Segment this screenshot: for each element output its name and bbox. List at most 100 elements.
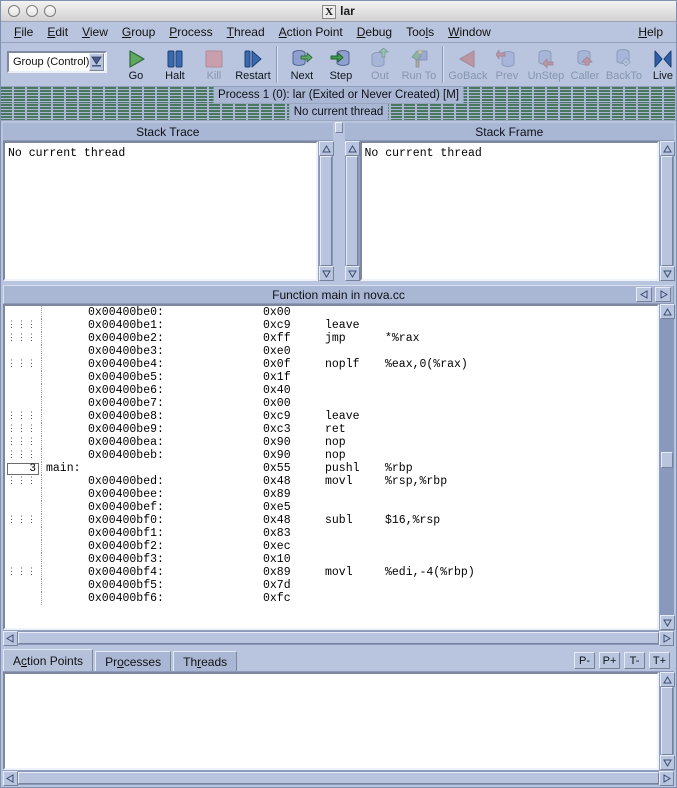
halt-button[interactable]: Halt [155,45,194,82]
code-row[interactable]: 3 main: 0x55 pushl %rbp [5,462,657,475]
stack-trace-vscrollbar[interactable] [317,141,334,281]
code-row[interactable]: ⋮⋮⋮ 0x00400be4: 0x0f noplf %eax,0(%rax) [5,358,657,371]
next-button[interactable]: Next [282,45,321,82]
scroll-left-icon[interactable] [3,771,18,786]
menu-edit[interactable]: Edit [40,24,75,40]
source-scroll-track[interactable] [660,319,674,615]
code-row[interactable]: 0x00400be7: 0x00 [5,397,657,410]
menu-help[interactable]: Help [631,24,670,40]
source-vscrollbar[interactable] [659,304,675,630]
menu-group[interactable]: Group [115,24,162,40]
tab-action-points[interactable]: Action Points [3,649,94,671]
bottom-hscroll-track[interactable] [18,771,659,785]
bottom-scroll-thumb[interactable] [661,687,673,755]
run-to-button[interactable]: Run To [399,45,438,82]
triangle-left-icon[interactable] [636,287,652,302]
scroll-up-icon[interactable] [344,141,360,156]
stack-frame-left-scroll-track[interactable] [344,156,359,266]
process-minus-button[interactable]: P- [574,652,595,669]
source-hscroll-track[interactable] [18,631,659,645]
thread-plus-button[interactable]: T+ [649,652,670,669]
breakpoint-marker-icon[interactable]: ⋮⋮⋮ [5,332,39,345]
caller-button[interactable]: Caller [565,45,604,82]
pane-splitter[interactable] [334,121,343,283]
scroll-down-icon[interactable] [660,266,675,281]
source-scroll-thumb[interactable] [661,452,673,469]
menu-window[interactable]: Window [441,24,498,40]
code-row[interactable]: ⋮⋮⋮ 0x00400beb: 0x90 nop [5,449,657,462]
scroll-up-icon[interactable] [660,141,675,156]
code-row[interactable]: 0x00400be5: 0x1f [5,371,657,384]
code-row[interactable]: ⋮⋮⋮ 0x00400bf4: 0x89 movl %edi,-4(%rbp) [5,566,657,579]
unstep-button[interactable]: UnStep [526,45,565,82]
triangle-right-icon[interactable] [655,287,671,302]
breakpoint-marker-icon[interactable]: ⋮⋮⋮ [5,319,39,332]
stack-frame-left-scrollbar[interactable] [344,141,360,281]
scroll-up-icon[interactable] [660,672,675,687]
stack-frame-scroll-track[interactable] [660,156,674,266]
menu-view[interactable]: View [75,24,115,40]
process-plus-button[interactable]: P+ [599,652,620,669]
chevron-down-icon[interactable] [89,53,105,71]
source-code-area[interactable]: 0x00400be0: 0x00 ⋮⋮⋮ 0x00400be1: 0xc9 leave ⋮⋮… [3,304,659,630]
menu-file[interactable]: File [7,24,40,40]
kill-button[interactable]: Kill [194,45,233,82]
scroll-down-icon[interactable] [660,755,675,770]
breakpoint-marker-icon[interactable]: ⋮⋮⋮ [5,410,39,423]
scroll-right-icon[interactable] [659,631,674,646]
code-row[interactable]: ⋮⋮⋮ 0x00400bea: 0x90 nop [5,436,657,449]
go-button[interactable]: Go [116,45,155,82]
menu-process[interactable]: Process [162,24,219,40]
stack-trace-scroll-thumb[interactable] [319,156,332,266]
bottom-hscrollbar[interactable] [3,770,674,786]
code-row[interactable]: ⋮⋮⋮ 0x00400be1: 0xc9 leave [5,319,657,332]
breakpoint-marker-icon[interactable]: ⋮⋮⋮ [5,566,39,579]
scroll-right-icon[interactable] [659,771,674,786]
code-row[interactable]: ⋮⋮⋮ 0x00400be9: 0xc3 ret [5,423,657,436]
scope-selector[interactable]: Group (Control) [7,51,108,73]
step-button[interactable]: Step [321,45,360,82]
action-points-list[interactable] [3,672,659,770]
stack-trace-content[interactable]: No current thread [3,141,318,281]
code-row[interactable]: 0x00400bef: 0xe5 [5,501,657,514]
code-row[interactable]: 0x00400be0: 0x00 [5,306,657,319]
code-row[interactable]: 0x00400bf5: 0x7d [5,579,657,592]
menu-tools[interactable]: Tools [399,24,441,40]
stack-frame-content[interactable]: No current thread [359,141,659,281]
menu-thread[interactable]: Thread [220,24,272,40]
window-minimize-button[interactable] [26,5,38,17]
code-row[interactable]: 0x00400be3: 0xe0 [5,345,657,358]
code-row[interactable]: 0x00400be6: 0x40 [5,384,657,397]
source-hscrollbar[interactable] [3,630,674,646]
menu-action-point[interactable]: Action Point [272,24,350,40]
source-hscroll-thumb[interactable] [18,632,659,644]
code-row[interactable]: ⋮⋮⋮ 0x00400bf0: 0x48 subl $16,%rsp [5,514,657,527]
code-row[interactable]: 0x00400bf2: 0xec [5,540,657,553]
scroll-left-icon[interactable] [3,631,18,646]
code-row[interactable]: 0x00400bee: 0x89 [5,488,657,501]
out-button[interactable]: Out [360,45,399,82]
stack-frame-left-scroll-thumb[interactable] [345,156,358,266]
restart-button[interactable]: Restart [233,45,272,82]
tab-threads[interactable]: Threads [173,651,238,671]
scroll-up-icon[interactable] [318,141,334,156]
window-zoom-button[interactable] [44,5,56,17]
code-row[interactable]: 0x00400bf6: 0xfc [5,592,657,605]
line-number-box[interactable]: 3 [7,462,39,475]
pane-splitter-grip[interactable] [334,122,343,133]
scroll-down-icon[interactable] [344,266,360,281]
prev-button[interactable]: Prev [487,45,526,82]
breakpoint-marker-icon[interactable]: ⋮⋮⋮ [5,449,39,462]
bottom-vscrollbar[interactable] [659,672,675,770]
live-button[interactable]: Live [643,45,677,82]
scroll-down-icon[interactable] [660,615,675,630]
scroll-down-icon[interactable] [318,266,334,281]
breakpoint-marker-icon[interactable]: ⋮⋮⋮ [5,514,39,527]
breakpoint-marker-icon[interactable]: ⋮⋮⋮ [5,423,39,436]
breakpoint-marker-icon[interactable]: ⋮⋮⋮ [5,436,39,449]
code-row[interactable]: ⋮⋮⋮ 0x00400be2: 0xff jmp *%rax [5,332,657,345]
bottom-hscroll-thumb[interactable] [18,772,659,784]
thread-minus-button[interactable]: T- [624,652,645,669]
stack-trace-scroll-track[interactable] [318,156,333,266]
tab-processes[interactable]: Processes [95,651,172,671]
